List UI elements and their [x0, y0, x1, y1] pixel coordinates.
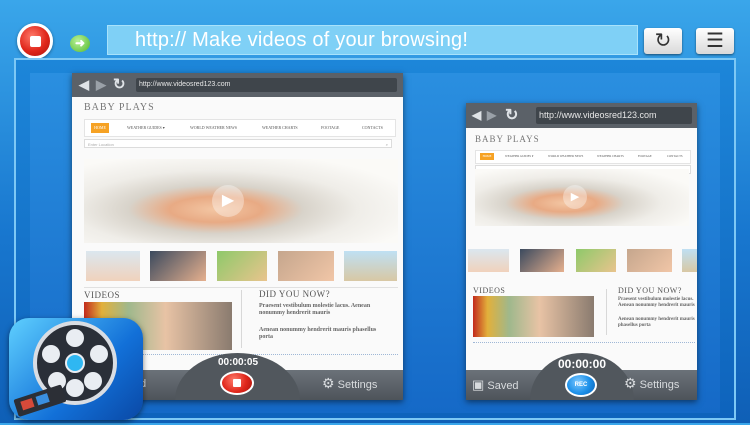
menu-icon: ☰ [706, 30, 724, 52]
stop-icon [233, 379, 241, 387]
did-text-2: Aenean nonummy hendrerit mauris phasellu… [618, 317, 695, 328]
app-logo-icon [9, 318, 143, 420]
hero-image: ▶ [84, 159, 398, 243]
thumbnail[interactable] [576, 249, 616, 272]
play-icon[interactable]: ▶ [563, 185, 587, 209]
search-placeholder: Enter Location [88, 142, 114, 147]
url-input[interactable]: http:// Make videos of your browsing! [107, 25, 638, 55]
site-nav: HOME WEATHER GUIDES ▾ WORLD WEATHER NEWS… [475, 150, 691, 164]
back-icon[interactable]: ◀ [472, 108, 481, 122]
nav-world-weather-news[interactable]: WORLD WEATHER NEWS [190, 125, 237, 130]
divider [84, 287, 398, 288]
did-text-1: Praesent vestibulum molestie lacus. Aene… [618, 297, 695, 308]
record-timer: 00:00:00 [557, 357, 607, 371]
nav-world-weather-news[interactable]: WORLD WEATHER NEWS [548, 154, 583, 158]
refresh-icon: ↻ [654, 30, 672, 52]
gear-icon: ⚙ [624, 375, 637, 391]
saved-label: Saved [487, 380, 519, 392]
browser-preview-right: ◀ ▶ ↻ http://www.videosred123.com BABY P… [466, 103, 697, 400]
stop-icon [30, 36, 41, 47]
forward-icon[interactable]: ▶ [487, 108, 496, 122]
thumbnail[interactable] [150, 251, 206, 281]
location-search[interactable]: Enter Location ⌕ [84, 139, 392, 148]
nav-weather-charts[interactable]: WEATHER CHARTS [262, 125, 298, 130]
stop-record-button[interactable] [220, 371, 254, 395]
nav-home[interactable]: HOME [91, 123, 109, 133]
thumbnail[interactable] [468, 249, 509, 272]
nav-home[interactable]: HOME [480, 153, 494, 160]
browser-url-field[interactable]: http://www.videosred123.com [536, 107, 692, 124]
browser-url-field[interactable]: http://www.videosred123.com [136, 78, 397, 92]
videos-title: VIDEOS [473, 286, 506, 295]
thumbnail[interactable] [217, 251, 267, 281]
record-stop-button[interactable] [17, 23, 53, 59]
reload-icon[interactable]: ↻ [505, 105, 518, 125]
nav-footage[interactable]: FOOTAGE [321, 125, 339, 130]
rec-label: REC [574, 382, 588, 388]
save-icon: ▣ [472, 377, 485, 392]
refresh-button[interactable]: ↻ [644, 28, 682, 54]
nav-footage[interactable]: FOOTAGE [638, 154, 652, 158]
back-icon[interactable]: ◀ [79, 77, 89, 93]
settings-label: Settings [639, 379, 680, 391]
did-text-1: Praesent vestibulum molestie lacus. Aene… [259, 303, 371, 316]
thumbnail[interactable] [520, 249, 564, 272]
settings-button[interactable]: ⚙ Settings [322, 375, 377, 392]
nav-weather-guides[interactable]: WEATHER GUIDES ▾ [127, 125, 165, 130]
reload-icon[interactable]: ↻ [113, 75, 126, 93]
thumbnail[interactable] [627, 249, 672, 272]
did-text-2: Aenean nonummy hendrerit mauris phasellu… [259, 327, 377, 340]
divider [241, 290, 242, 348]
rec-button[interactable]: REC [565, 373, 597, 397]
forward-icon[interactable]: ▶ [96, 77, 106, 93]
thumbnail[interactable] [682, 249, 697, 272]
divider [606, 289, 607, 335]
video-thumbnail[interactable] [473, 296, 594, 337]
play-icon[interactable]: ▶ [212, 185, 244, 217]
hero-image: ▶ [475, 169, 689, 226]
settings-label: Settings [337, 379, 378, 391]
search-icon: ⌕ [385, 142, 388, 147]
gear-icon: ⚙ [322, 375, 335, 391]
site-nav: HOME WEATHER GUIDES ▾ WORLD WEATHER NEWS… [84, 119, 396, 137]
footer-links [473, 342, 695, 346]
nav-contacts[interactable]: CONTACTS [362, 125, 383, 130]
did-you-know-title: DID YOU NOW? [259, 289, 331, 299]
settings-button[interactable]: ⚙ Settings [624, 375, 679, 392]
thumbnail[interactable] [344, 251, 397, 281]
nav-contacts[interactable]: CONTACTS [667, 154, 683, 158]
record-timer: 00:00:05 [217, 357, 259, 368]
thumbnail[interactable] [278, 251, 334, 281]
site-title: BABY PLAYS [475, 134, 540, 144]
saved-button[interactable]: ▣ Saved [472, 377, 519, 393]
did-you-know-title: DID YOU NOW? [618, 286, 682, 295]
thumbnail[interactable] [86, 251, 140, 281]
nav-weather-charts[interactable]: WEATHER CHARTS [597, 154, 624, 158]
film-reel-icon [13, 321, 117, 417]
sort-menu-button[interactable]: ☰ [696, 28, 734, 54]
go-arrow-icon[interactable]: ➜ [70, 35, 90, 52]
nav-weather-guides[interactable]: WEATHER GUIDES ▾ [505, 154, 533, 158]
videos-title: VIDEOS [84, 290, 120, 300]
site-title: BABY PLAYS [84, 102, 155, 113]
